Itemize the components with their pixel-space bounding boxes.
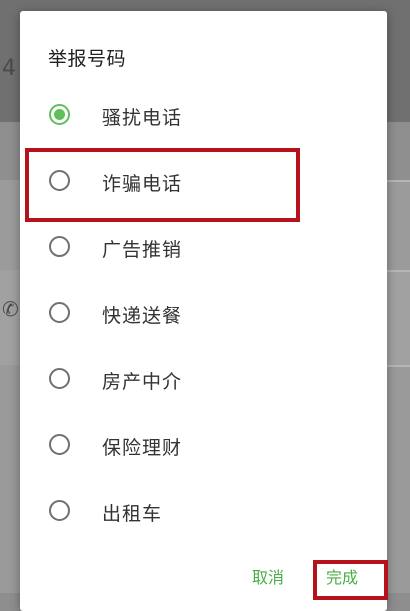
cancel-button[interactable]: 取消 xyxy=(252,564,284,588)
radio-unchecked-icon[interactable] xyxy=(49,368,70,389)
dialog-title: 举报号码 xyxy=(48,48,127,70)
option-label: 房产中介 xyxy=(102,371,183,393)
radio-unchecked-icon[interactable] xyxy=(49,434,70,455)
option-taxi[interactable]: 出租车 xyxy=(20,479,387,545)
highlight-box xyxy=(25,148,300,222)
option-advertising[interactable]: 广告推销 xyxy=(20,215,387,281)
background-digit: 4 xyxy=(2,56,16,81)
option-delivery[interactable]: 快递送餐 xyxy=(20,281,387,347)
radio-checked-icon[interactable] xyxy=(49,104,70,125)
background-divider xyxy=(386,365,410,367)
option-real-estate[interactable]: 房产中介 xyxy=(20,347,387,413)
highlight-box xyxy=(313,560,388,600)
option-label: 保险理财 xyxy=(102,437,183,459)
radio-unchecked-icon[interactable] xyxy=(49,236,70,257)
report-number-dialog: 举报号码 骚扰电话 诈骗电话 广告推销 快递送餐 房产中介 保险理财 出租车 取… xyxy=(20,11,387,611)
radio-unchecked-icon[interactable] xyxy=(49,500,70,521)
option-harassment[interactable]: 骚扰电话 xyxy=(20,83,387,149)
background-divider xyxy=(386,180,410,182)
background-divider xyxy=(386,270,410,272)
option-label: 出租车 xyxy=(102,503,163,525)
option-insurance-finance[interactable]: 保险理财 xyxy=(20,413,387,479)
phone-icon: ✆ xyxy=(2,297,19,321)
option-label: 骚扰电话 xyxy=(102,107,183,129)
option-label: 快递送餐 xyxy=(102,305,183,327)
option-label: 广告推销 xyxy=(102,239,183,261)
radio-unchecked-icon[interactable] xyxy=(49,302,70,323)
